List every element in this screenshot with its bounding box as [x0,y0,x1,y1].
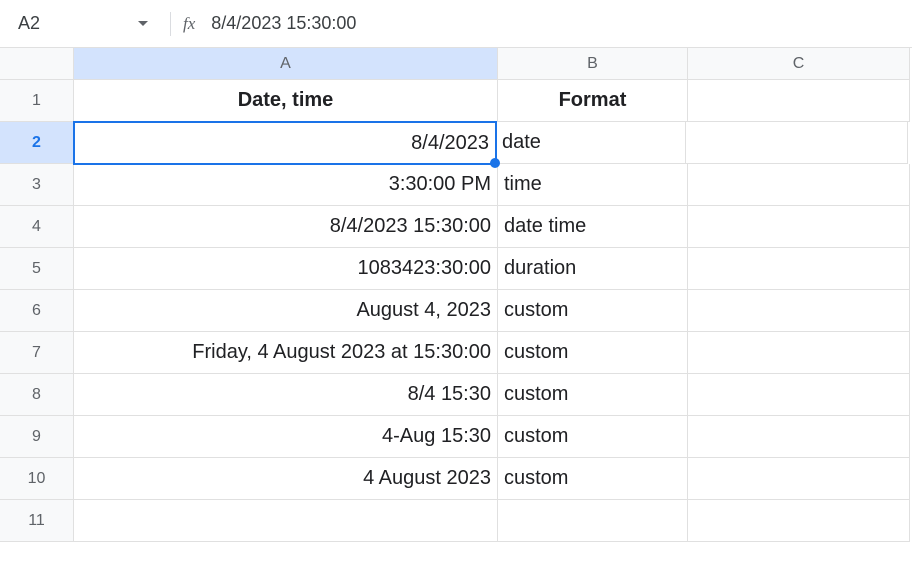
row-header-8[interactable]: 8 [0,374,74,416]
name-box-text: A2 [18,13,130,34]
cell-b8[interactable]: custom [498,374,688,416]
row-2: 2 8/4/2023 date [0,122,912,164]
cell-a10[interactable]: 4 August 2023 [74,458,498,500]
row-1: 1 Date, time Format [0,80,912,122]
cell-c4[interactable] [688,206,910,248]
cell-b7[interactable]: custom [498,332,688,374]
cell-a2[interactable]: 8/4/2023 [73,121,497,165]
cell-a2-value: 8/4/2023 [411,132,489,155]
column-headers: A B C [0,48,912,80]
column-header-c[interactable]: C [688,48,910,80]
selection-handle[interactable] [490,158,500,168]
row-10: 10 4 August 2023 custom [0,458,912,500]
cell-a5[interactable]: 1083423:30:00 [74,248,498,290]
cell-b11[interactable] [498,500,688,542]
cell-c5[interactable] [688,248,910,290]
row-3: 3 3:30:00 PM time [0,164,912,206]
cell-b4[interactable]: date time [498,206,688,248]
cell-c10[interactable] [688,458,910,500]
column-header-b[interactable]: B [498,48,688,80]
name-box[interactable]: A2 [8,6,158,42]
cell-b10[interactable]: custom [498,458,688,500]
fx-label: fx [183,14,195,34]
cell-a3[interactable]: 3:30:00 PM [74,164,498,206]
separator [170,12,171,36]
row-7: 7 Friday, 4 August 2023 at 15:30:00 cust… [0,332,912,374]
cell-a1[interactable]: Date, time [74,80,498,122]
cell-c3[interactable] [688,164,910,206]
cell-c11[interactable] [688,500,910,542]
cell-a6[interactable]: August 4, 2023 [74,290,498,332]
cell-a11[interactable] [74,500,498,542]
cell-b3[interactable]: time [498,164,688,206]
cell-a4[interactable]: 8/4/2023 15:30:00 [74,206,498,248]
cell-b5[interactable]: duration [498,248,688,290]
row-header-11[interactable]: 11 [0,500,74,542]
row-header-7[interactable]: 7 [0,332,74,374]
row-header-2[interactable]: 2 [0,122,74,164]
cell-a8[interactable]: 8/4 15:30 [74,374,498,416]
row-header-5[interactable]: 5 [0,248,74,290]
cell-b6[interactable]: custom [498,290,688,332]
cell-c6[interactable] [688,290,910,332]
formula-bar: A2 fx [0,0,912,48]
row-5: 5 1083423:30:00 duration [0,248,912,290]
row-4: 4 8/4/2023 15:30:00 date time [0,206,912,248]
cell-c9[interactable] [688,416,910,458]
cell-c1[interactable] [688,80,910,122]
select-all-corner[interactable] [0,48,74,80]
row-9: 9 4-Aug 15:30 custom [0,416,912,458]
spreadsheet-grid: A B C 1 Date, time Format 2 8/4/2023 dat… [0,48,912,542]
cell-a7[interactable]: Friday, 4 August 2023 at 15:30:00 [74,332,498,374]
row-6: 6 August 4, 2023 custom [0,290,912,332]
cell-c8[interactable] [688,374,910,416]
row-8: 8 8/4 15:30 custom [0,374,912,416]
chevron-down-icon [138,21,148,26]
column-header-a[interactable]: A [74,48,498,80]
cell-b1[interactable]: Format [498,80,688,122]
row-header-3[interactable]: 3 [0,164,74,206]
cell-b9[interactable]: custom [498,416,688,458]
cell-b2[interactable]: date [496,122,686,164]
row-header-4[interactable]: 4 [0,206,74,248]
row-header-10[interactable]: 10 [0,458,74,500]
cell-c7[interactable] [688,332,910,374]
formula-input[interactable] [211,13,904,34]
cell-a9[interactable]: 4-Aug 15:30 [74,416,498,458]
row-header-1[interactable]: 1 [0,80,74,122]
cell-c2[interactable] [686,122,908,164]
row-header-9[interactable]: 9 [0,416,74,458]
row-11: 11 [0,500,912,542]
row-header-6[interactable]: 6 [0,290,74,332]
